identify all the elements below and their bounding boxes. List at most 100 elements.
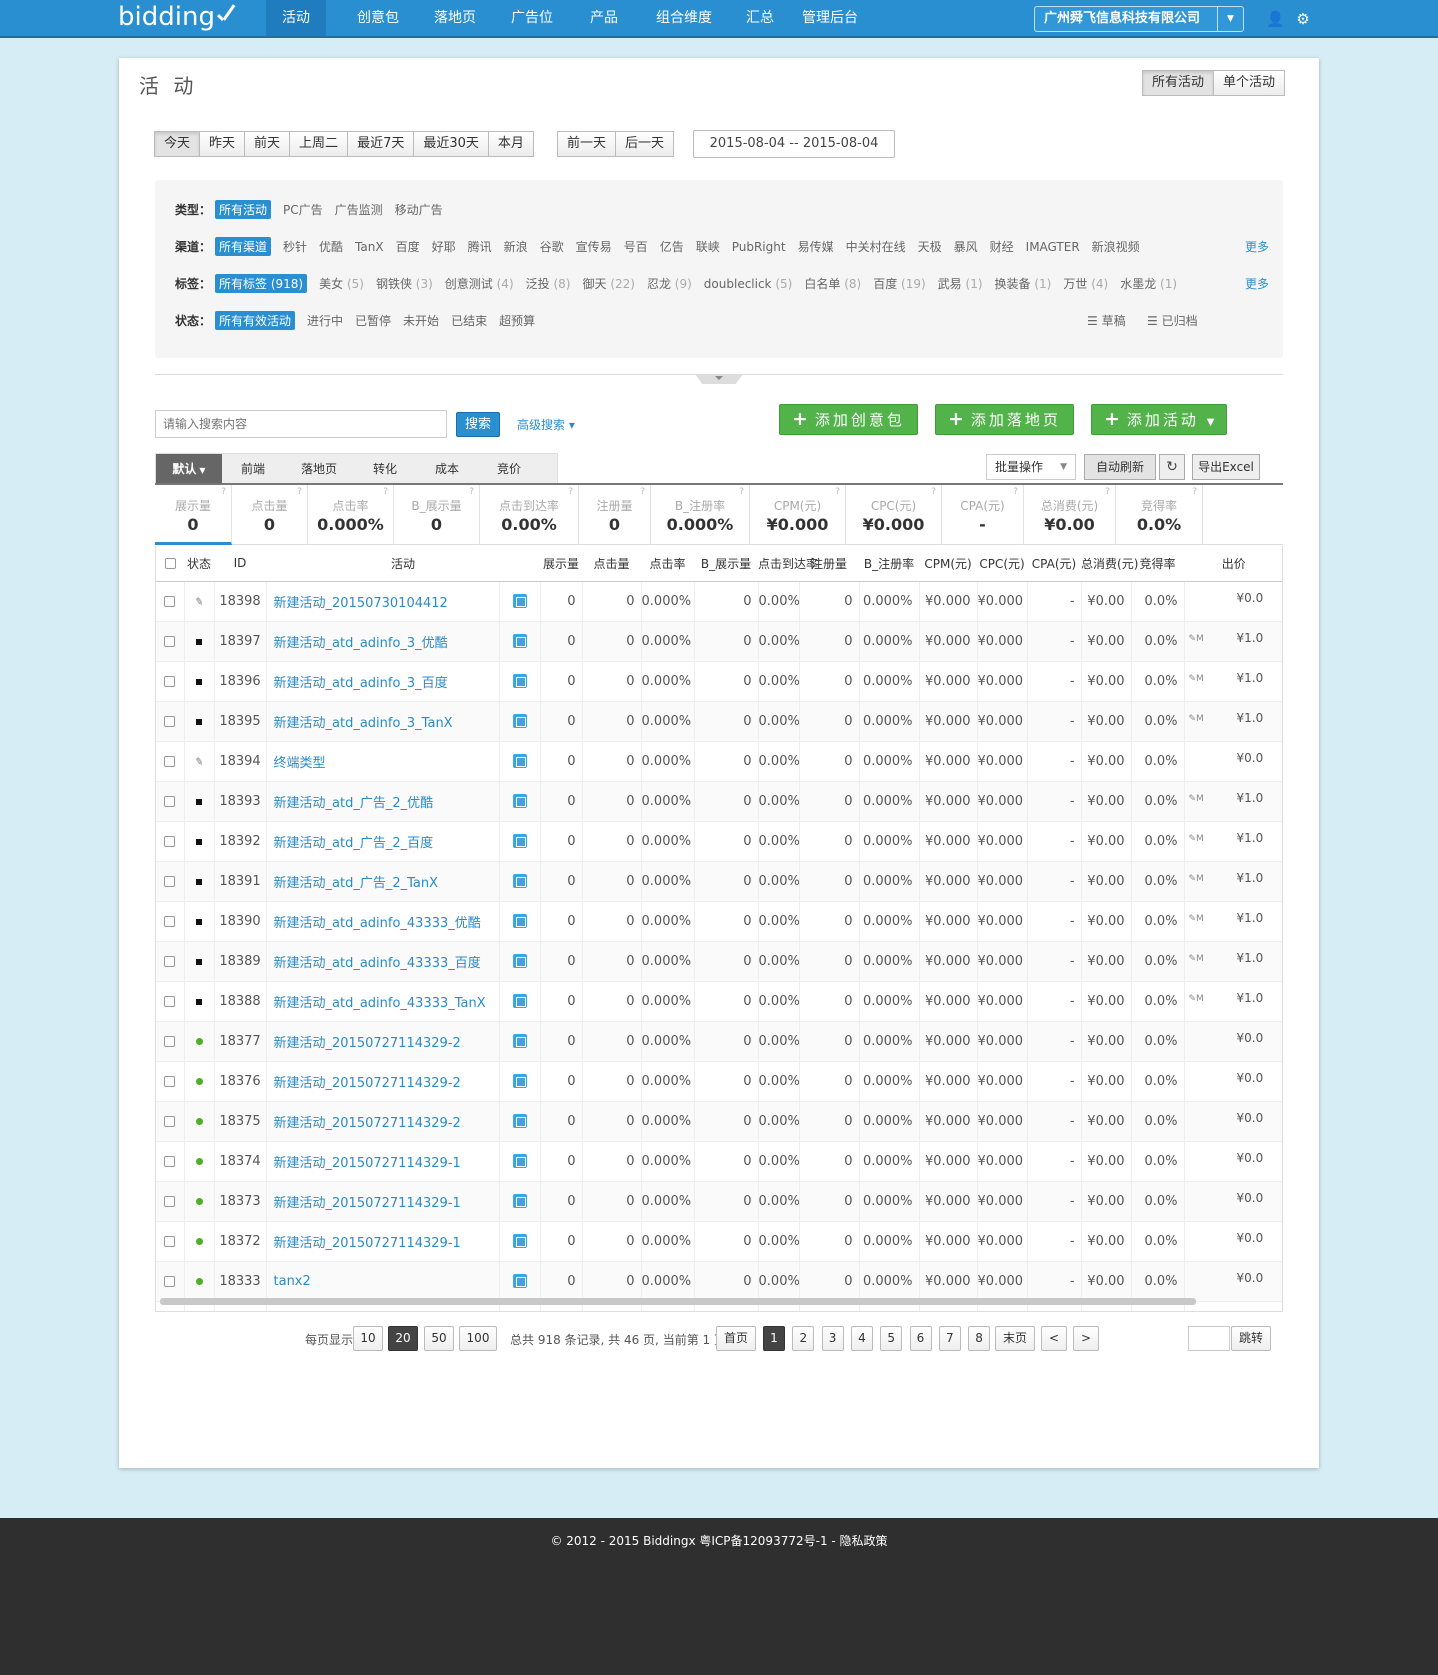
preview-icon[interactable] bbox=[512, 754, 527, 768]
tag-filter-option[interactable]: 泛投 (8) bbox=[526, 275, 571, 292]
preview-icon[interactable] bbox=[512, 954, 527, 968]
quick-date-button[interactable]: 最近30天 bbox=[413, 131, 489, 157]
tab-3[interactable]: 转化 bbox=[354, 454, 416, 484]
preview-icon[interactable] bbox=[512, 874, 527, 888]
row-checkbox[interactable] bbox=[164, 835, 176, 847]
status-filter-option[interactable]: 未开始 bbox=[403, 312, 439, 329]
help-icon[interactable]: ? bbox=[1013, 487, 1018, 497]
quick-date-button[interactable]: 本月 bbox=[487, 131, 534, 157]
edit-bid-icon[interactable]: ✎M bbox=[1189, 714, 1204, 724]
channel-filter-option[interactable]: 新浪 bbox=[504, 238, 528, 255]
table-row[interactable]: 18375 新建活动_20150727114329-2 0 0 0.000% 0 0.00%… bbox=[156, 1101, 1282, 1142]
nav-item-7[interactable]: 管理后台 bbox=[795, 0, 865, 36]
help-icon[interactable]: ? bbox=[931, 487, 936, 497]
campaign-name-link[interactable]: 新建活动_20150727114329-1 bbox=[274, 1156, 461, 1171]
table-row[interactable]: 18389 新建活动_atd_adinfo_43333_百度 0 0 0.000% 0 0.… bbox=[156, 941, 1282, 982]
tag-filter-option[interactable]: 创意测试 (4) bbox=[445, 275, 514, 292]
preview-icon[interactable] bbox=[512, 634, 527, 648]
quick-date-button[interactable]: 今天 bbox=[154, 131, 201, 157]
row-checkbox[interactable] bbox=[164, 1115, 176, 1127]
nav-item-0[interactable]: 活动 bbox=[266, 0, 326, 36]
status-filter-option[interactable]: 已暂停 bbox=[355, 312, 391, 329]
table-row[interactable]: 18372 新建活动_20150727114329-1 0 0 0.000% 0 0.00%… bbox=[156, 1221, 1282, 1262]
edit-bid-icon[interactable]: ✎M bbox=[1189, 914, 1204, 924]
tab-4[interactable]: 成本 bbox=[416, 454, 478, 484]
preview-icon[interactable] bbox=[512, 714, 527, 728]
tab-1[interactable]: 前端 bbox=[222, 454, 284, 484]
column-header[interactable]: CPC(元) bbox=[977, 546, 1028, 582]
tab-0[interactable]: 默认 ▼ bbox=[156, 454, 222, 484]
channel-filter-option[interactable]: 宣传易 bbox=[576, 238, 612, 255]
quick-date-button[interactable]: 昨天 bbox=[199, 131, 246, 157]
type-filter-option[interactable]: PC广告 bbox=[283, 201, 323, 218]
channel-filter-option[interactable]: 财经 bbox=[990, 238, 1014, 255]
row-select-cell[interactable] bbox=[156, 1261, 185, 1302]
row-select-cell[interactable] bbox=[156, 981, 185, 1022]
row-checkbox[interactable] bbox=[164, 715, 176, 727]
row-checkbox[interactable] bbox=[164, 795, 176, 807]
row-select-cell[interactable] bbox=[156, 1101, 185, 1142]
row-checkbox[interactable] bbox=[164, 675, 176, 687]
page-number-button[interactable]: 6 bbox=[909, 1326, 932, 1351]
column-header[interactable]: 出价 bbox=[1184, 546, 1282, 582]
quick-date-button[interactable]: 前天 bbox=[244, 131, 291, 157]
row-select-cell[interactable] bbox=[156, 861, 185, 902]
channel-filter-option[interactable]: 天极 bbox=[918, 238, 942, 255]
draft-filter[interactable]: ☰ 草稿 bbox=[1087, 312, 1126, 329]
column-header[interactable]: 状态 bbox=[184, 546, 214, 582]
type-filter-option[interactable]: 所有活动 bbox=[215, 200, 272, 219]
gear-icon[interactable]: ⚙ bbox=[1294, 10, 1312, 28]
refresh-icon[interactable]: ↻ bbox=[1159, 454, 1185, 480]
campaign-name-link[interactable]: 新建活动_atd_广告_2_TanX bbox=[274, 876, 439, 891]
table-row[interactable]: 18388 新建活动_atd_adinfo_43333_TanX 0 0 0.000% 0… bbox=[156, 981, 1282, 1022]
table-row[interactable]: 18377 新建活动_20150727114329-2 0 0 0.000% 0 0.00%… bbox=[156, 1021, 1282, 1062]
row-select-cell[interactable] bbox=[156, 1061, 185, 1102]
help-icon[interactable]: ? bbox=[1105, 487, 1110, 497]
column-header[interactable]: B_展示量 bbox=[694, 546, 759, 582]
nav-item-6[interactable]: 汇总 bbox=[732, 0, 788, 36]
row-checkbox[interactable] bbox=[164, 755, 176, 767]
tag-filter-option[interactable]: 白名单 (8) bbox=[804, 275, 861, 292]
prev-day-button[interactable]: 前一天 bbox=[557, 131, 617, 157]
row-select-cell[interactable] bbox=[156, 1181, 185, 1222]
row-select-cell[interactable] bbox=[156, 741, 185, 782]
row-checkbox[interactable] bbox=[164, 1075, 176, 1087]
preview-icon[interactable] bbox=[512, 1234, 527, 1248]
nav-item-4[interactable]: 产品 bbox=[574, 0, 634, 36]
row-select-cell[interactable] bbox=[156, 1141, 185, 1182]
table-row[interactable]: 18390 新建活动_atd_adinfo_43333_优酷 0 0 0.000% 0 0.… bbox=[156, 901, 1282, 942]
help-icon[interactable]: ? bbox=[739, 487, 744, 497]
tag-filter-option[interactable]: 武易 (1) bbox=[938, 275, 983, 292]
type-filter-option[interactable]: 广告监测 bbox=[335, 201, 383, 218]
channel-filter-option[interactable]: IMAGTER bbox=[1026, 240, 1080, 254]
date-range-picker[interactable]: 2015-08-04 -- 2015-08-04 bbox=[693, 130, 895, 158]
help-icon[interactable]: ? bbox=[297, 487, 302, 497]
campaign-name-link[interactable]: 新建活动_20150727114329-1 bbox=[274, 1236, 461, 1251]
row-checkbox[interactable] bbox=[164, 915, 176, 927]
table-row[interactable]: 18373 新建活动_20150727114329-1 0 0 0.000% 0 0.00%… bbox=[156, 1181, 1282, 1222]
help-icon[interactable]: ? bbox=[835, 487, 840, 497]
row-checkbox[interactable] bbox=[164, 955, 176, 967]
channel-filter-option[interactable]: 新浪视频 bbox=[1092, 238, 1140, 255]
edit-bid-icon[interactable]: ✎M bbox=[1189, 674, 1204, 684]
next-page-button[interactable]: > bbox=[1073, 1326, 1099, 1351]
campaign-name-link[interactable]: 新建活动_atd_adinfo_3_TanX bbox=[274, 716, 453, 731]
campaign-name-link[interactable]: 新建活动_atd_adinfo_43333_TanX bbox=[274, 996, 486, 1011]
prev-page-button[interactable]: < bbox=[1041, 1326, 1067, 1351]
row-select-cell[interactable] bbox=[156, 661, 185, 702]
status-filter-option[interactable]: 超预算 bbox=[499, 312, 535, 329]
search-button[interactable]: 搜索 bbox=[456, 412, 500, 437]
channel-filter-option[interactable]: 优酷 bbox=[319, 238, 343, 255]
tag-filter-option[interactable]: 所有标签 (918) bbox=[215, 274, 308, 293]
table-row[interactable]: 18392 新建活动_atd_广告_2_百度 0 0 0.000% 0 0.00% 0 0.00… bbox=[156, 821, 1282, 862]
nav-item-2[interactable]: 落地页 bbox=[420, 0, 490, 36]
row-select-cell[interactable] bbox=[156, 821, 185, 862]
page-size-button[interactable]: 50 bbox=[424, 1326, 454, 1351]
campaign-name-link[interactable]: 新建活动_atd_adinfo_43333_百度 bbox=[274, 956, 481, 971]
row-select-cell[interactable] bbox=[156, 701, 185, 742]
page-number-button[interactable]: 5 bbox=[880, 1326, 903, 1351]
preview-icon[interactable] bbox=[512, 1074, 527, 1088]
column-header[interactable]: 总消费(元) bbox=[1081, 546, 1138, 582]
tag-more-link[interactable]: 更多 bbox=[1245, 275, 1269, 292]
column-header[interactable]: 点击量 bbox=[582, 546, 642, 582]
